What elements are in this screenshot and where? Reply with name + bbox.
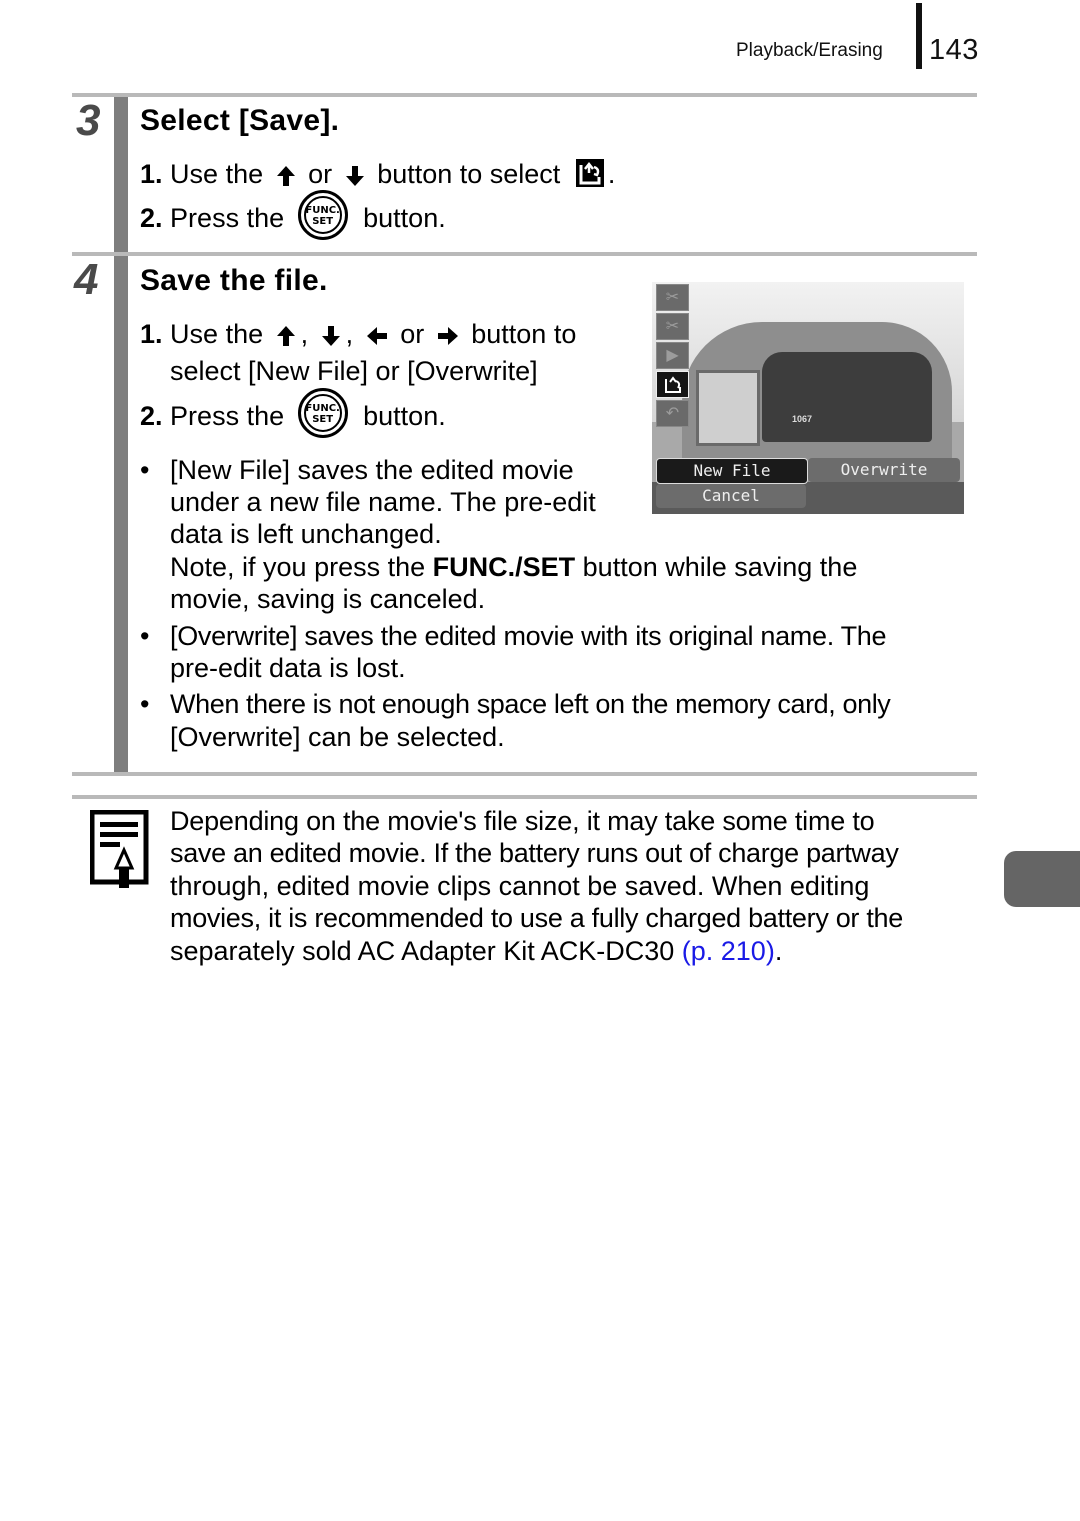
right-arrow-icon bbox=[437, 326, 458, 345]
bullet-dot: • bbox=[140, 621, 150, 651]
save-icon bbox=[575, 158, 604, 187]
func-set-button-icon: FUNC. SET bbox=[297, 388, 348, 438]
set-label: SET bbox=[312, 216, 334, 227]
instruction-number: 2. bbox=[140, 203, 163, 234]
note-line-2: save an edited movie. If the battery run… bbox=[170, 838, 899, 868]
instruction-text: . bbox=[607, 159, 616, 189]
instruction-text: button. bbox=[363, 203, 446, 234]
func-label: FUNC. bbox=[305, 205, 340, 216]
overwrite-option[interactable]: Overwrite bbox=[808, 458, 960, 482]
note-cancel-line-1: Note, if you press the FUNC./SET button … bbox=[170, 551, 857, 584]
bullet-dot: • bbox=[140, 689, 150, 719]
return-icon[interactable]: ↶ bbox=[656, 400, 689, 427]
bullet-new-file-line-3: data is left unchanged. bbox=[170, 519, 442, 549]
up-arrow-icon bbox=[276, 325, 295, 346]
step-3-instruction-1: 1. Use the or button to select . bbox=[140, 158, 615, 191]
train-front-window bbox=[762, 352, 932, 442]
step-4-instruction-1: 1. Use the , , or button to bbox=[140, 318, 576, 351]
note-top-rule bbox=[72, 795, 977, 799]
instruction-text: Press the bbox=[170, 401, 285, 432]
bullet-space-line-1: When there is not enough space left on t… bbox=[170, 689, 891, 719]
step-4-bar bbox=[114, 256, 128, 773]
train-side-windows bbox=[696, 370, 760, 446]
note-line-3: through, edited movie clips cannot be sa… bbox=[170, 871, 870, 901]
cancel-option[interactable]: Cancel bbox=[656, 484, 806, 508]
step-3-number: 3 bbox=[76, 96, 101, 145]
instruction-text: button. bbox=[363, 401, 446, 432]
step-4-top-rule bbox=[72, 252, 977, 256]
note-line-1: Depending on the movie's file size, it m… bbox=[170, 806, 875, 836]
step-3-instruction-2: 2. Press the FUNC. SET button. bbox=[140, 190, 446, 240]
note-cancel-line-2: movie, saving is canceled. bbox=[170, 584, 486, 614]
step-4-bottom-rule bbox=[72, 772, 977, 776]
step-4-instruction-2: 2. Press the FUNC. SET button. bbox=[140, 388, 446, 438]
memo-note-icon bbox=[90, 810, 149, 888]
note-text: separately sold AC Adapter Kit ACK-DC30 bbox=[170, 936, 682, 966]
instruction-text: Press the bbox=[170, 203, 285, 234]
instruction-number: 2. bbox=[140, 401, 163, 432]
instruction-text: button to bbox=[471, 319, 577, 349]
separator: , bbox=[345, 319, 354, 349]
up-arrow-icon bbox=[276, 165, 295, 186]
step-4-instruction-1-cont: select [New File] or [Overwrite] bbox=[170, 356, 538, 386]
bullet-dot: • bbox=[140, 455, 150, 485]
func-label: FUNC. bbox=[305, 403, 340, 414]
step-3-top-rule bbox=[72, 93, 977, 97]
bullet-new-file-line-2: under a new file name. The pre-edit bbox=[170, 487, 596, 517]
separator: , bbox=[300, 319, 309, 349]
set-label: SET bbox=[312, 414, 334, 425]
func-set-label: FUNC./SET bbox=[432, 552, 576, 582]
page-210-link[interactable]: (p. 210) bbox=[682, 936, 775, 966]
section-name: Playback/Erasing bbox=[736, 40, 883, 61]
down-arrow-icon bbox=[321, 325, 340, 346]
left-arrow-icon bbox=[366, 326, 387, 345]
bullet-space-line-2: [Overwrite] can be selected. bbox=[170, 722, 505, 752]
note-line-5: separately sold AC Adapter Kit ACK-DC30 … bbox=[170, 935, 782, 968]
instruction-number: 1. bbox=[140, 319, 163, 349]
note-text: Note, if you press the bbox=[170, 552, 433, 582]
step-3-title: Select [Save]. bbox=[140, 104, 340, 137]
step-4-number: 4 bbox=[74, 255, 99, 304]
chapter-tab bbox=[1004, 851, 1080, 907]
note-text: . bbox=[774, 936, 783, 966]
train-number: 1067 bbox=[792, 414, 813, 424]
new-file-option[interactable]: New File bbox=[656, 458, 808, 484]
instruction-text: button to select bbox=[377, 159, 561, 189]
step-4-title: Save the file. bbox=[140, 264, 328, 297]
bullet-overwrite-line-1: [Overwrite] saves the edited movie with … bbox=[170, 621, 887, 651]
scissors-cut-back-icon[interactable]: ✂ bbox=[656, 313, 689, 340]
camera-screen-image: 1067 ✂ ✂ ▶ ↶ New File Overwrite Cancel bbox=[652, 282, 964, 514]
step-3-bar bbox=[114, 97, 128, 252]
instruction-text: Use the bbox=[170, 319, 264, 349]
instruction-text: or bbox=[308, 159, 333, 189]
func-set-button-icon: FUNC. SET bbox=[297, 190, 348, 240]
save-icon[interactable] bbox=[656, 371, 689, 398]
bullet-overwrite-line-2: pre-edit data is lost. bbox=[170, 653, 406, 683]
page-number: 143 bbox=[929, 34, 979, 66]
header-divider bbox=[916, 3, 922, 69]
note-line-4: movies, it is recommended to use a fully… bbox=[170, 903, 903, 933]
play-icon[interactable]: ▶ bbox=[656, 342, 689, 369]
scissors-cut-front-icon[interactable]: ✂ bbox=[656, 284, 689, 311]
instruction-text: or bbox=[400, 319, 425, 349]
down-arrow-icon bbox=[345, 165, 364, 186]
bullet-new-file-line-1: [New File] saves the edited movie bbox=[170, 455, 574, 485]
note-text: button while saving the bbox=[575, 552, 858, 582]
instruction-number: 1. bbox=[140, 159, 163, 189]
instruction-text: Use the bbox=[170, 159, 264, 189]
